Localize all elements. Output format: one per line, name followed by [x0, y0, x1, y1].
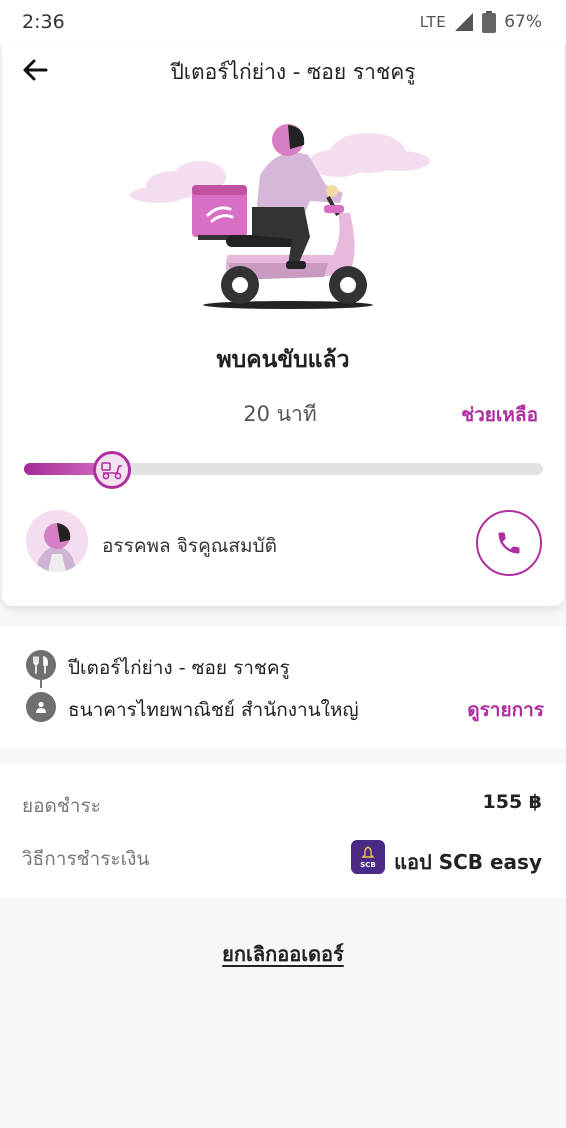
driver-status-heading: พบคนขับแล้ว [216, 347, 350, 373]
help-link[interactable]: ช่วยเหลือ [461, 400, 538, 430]
total-amount: 155 ฿ [482, 791, 543, 813]
driver-avatar-image [26, 510, 88, 572]
call-driver-button[interactable] [476, 510, 542, 576]
pickup-location: ปีเตอร์ไก่ย่าง - ซอย ราชครู [68, 657, 290, 679]
network-type: LTE [419, 13, 447, 31]
delivery-rider-illustration [130, 124, 430, 309]
cancel-order-wrapper: ยกเลิกออเดอร์ [0, 938, 566, 970]
total-label: ยอดชำระ [22, 795, 101, 817]
dropoff-location: ธนาคารไทยพาณิชย์ สำนักงานใหญ่ [68, 699, 359, 721]
fork-knife-icon [33, 656, 48, 674]
arrow-left-icon [23, 59, 48, 81]
scb-logo-text: SCB [360, 860, 376, 869]
scb-logo: SCB [351, 840, 385, 874]
payment-method-label: วิธีการชำระเงิน [22, 848, 150, 870]
eta-text: 20 นาที [243, 402, 317, 426]
cancel-order-link[interactable]: ยกเลิกออเดอร์ [222, 942, 344, 966]
status-indicators: LTE 67% [420, 11, 542, 33]
progress-scooter-marker [93, 451, 131, 489]
battery-level: 67% [504, 12, 542, 32]
battery-icon [482, 11, 497, 33]
status-time: 2:36 [22, 11, 65, 33]
payment-method-name: แอป SCB easy [394, 850, 542, 874]
driver-row: อรรคพล จิรคูณสมบัติ [26, 509, 546, 576]
driver-name: อรรคพล จิรคูณสมบัติ [102, 535, 277, 557]
back-button[interactable] [18, 56, 52, 84]
person-icon [36, 701, 46, 713]
driver-avatar [26, 510, 88, 572]
signal-icon [455, 13, 474, 31]
payment-card: ยอดชำระ 155 ฿ วิธีการชำระเงิน SCB แอป SC… [0, 764, 566, 898]
view-items-link[interactable]: ดูรายการ [467, 695, 544, 725]
page-title: ปีเตอร์ไก่ย่าง - ซอย ราชครู [170, 60, 416, 84]
scooter-icon [101, 462, 122, 480]
route-card: ปีเตอร์ไก่ย่าง - ซอย ราชครู ธนาคารไทยพาณ… [0, 626, 566, 748]
phone-icon [498, 532, 520, 554]
destination-marker [26, 692, 56, 722]
restaurant-marker [26, 650, 56, 680]
bell-icon [361, 845, 375, 858]
status-bar: 2:36 LTE 67% [0, 0, 566, 44]
